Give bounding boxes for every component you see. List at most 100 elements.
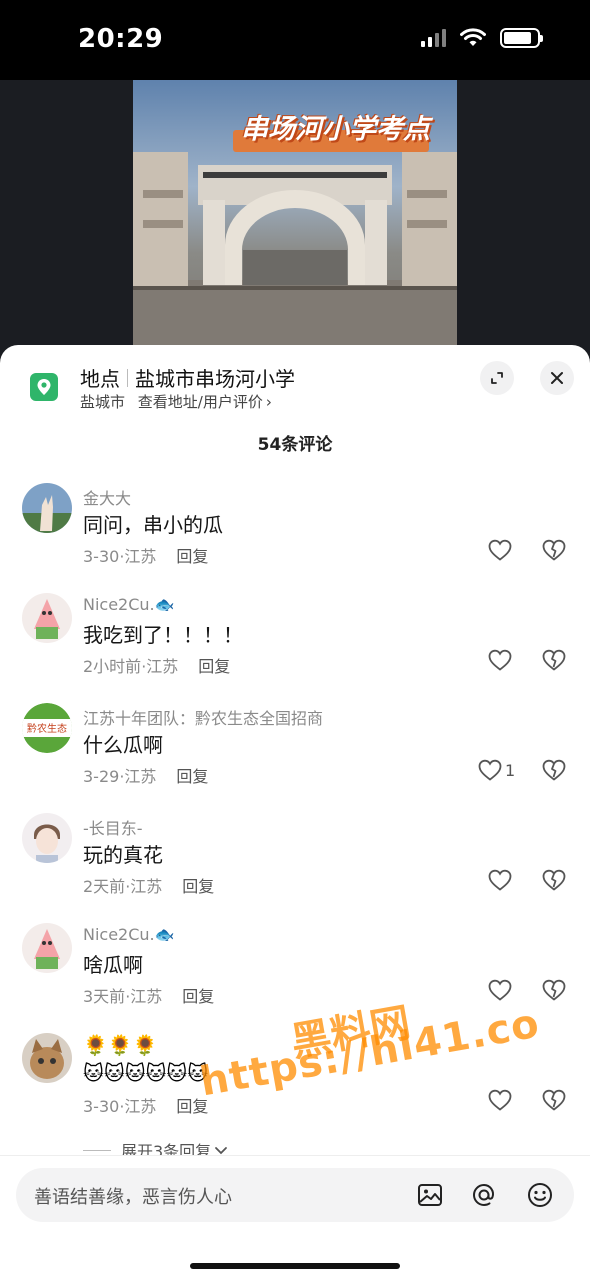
comment-username[interactable]: -长目东- (83, 815, 143, 839)
wifi-icon (460, 28, 486, 46)
status-bar: 20:29 (0, 0, 590, 80)
reply-button[interactable]: 回复 (182, 987, 214, 1006)
broken-heart-icon (542, 649, 566, 671)
heart-icon (488, 649, 512, 671)
heart-icon (488, 539, 512, 561)
comment-item: Nice2Cu.🐟 啥瓜啊 3天前·江苏 回复 (0, 923, 590, 1033)
comment-time: 3-29 (83, 767, 120, 786)
dislike-button[interactable] (541, 978, 567, 1006)
close-button[interactable] (540, 361, 574, 395)
like-button[interactable] (487, 538, 513, 562)
dislike-button[interactable] (541, 868, 567, 896)
comment-input[interactable]: 善语结善缘，恶言伤人心 (16, 1168, 574, 1222)
close-icon (551, 372, 563, 384)
reply-button[interactable]: 回复 (182, 877, 214, 896)
like-button[interactable] (487, 1088, 513, 1112)
home-indicator[interactable] (190, 1263, 400, 1269)
comment-meta: 3-30·江苏 回复 (83, 547, 209, 566)
comment-username[interactable]: 金大大 (83, 485, 131, 509)
location-subtitle[interactable]: 盐城市 查看地址/用户评价 › (80, 391, 272, 412)
comment-item: 黔农生态 江苏十年团队：黔农生态全国招商 什么瓜啊 3-29·江苏 回复 1 (0, 703, 590, 813)
emoji-icon[interactable] (526, 1181, 554, 1209)
heart-icon (488, 869, 512, 891)
comment-time: 3天前 (83, 987, 126, 1006)
comment-region: 江苏 (124, 767, 157, 786)
broken-heart-icon (542, 539, 566, 561)
reply-button[interactable]: 回复 (176, 547, 208, 566)
like-button[interactable] (487, 978, 513, 1002)
expand-icon (491, 372, 503, 384)
location-city: 盐城市 (80, 393, 126, 411)
chevron-right-icon: › (265, 393, 272, 411)
comment-region: 江苏 (124, 547, 157, 566)
svg-text:黔农生态: 黔农生态 (27, 722, 67, 735)
avatar[interactable] (22, 593, 72, 643)
comment-item: Nice2Cu.🐟 我吃到了！！！！ 2小时前·江苏 回复 (0, 593, 590, 703)
comment-text: 什么瓜啊 (83, 733, 163, 757)
comment-region: 江苏 (124, 1097, 157, 1116)
like-button[interactable]: 1 (477, 758, 515, 782)
dislike-button[interactable] (541, 758, 567, 786)
avatar[interactable] (22, 923, 72, 973)
cellular-signal-icon (421, 29, 446, 47)
comment-text: 同问，串小的瓜 (83, 513, 223, 537)
comment-username[interactable]: 江苏十年团队：黔农生态全国招商 (83, 705, 323, 729)
comment-meta: 2天前·江苏 回复 (83, 877, 215, 896)
comment-item: 🌻🌻🌻 🐱🐱🐱🐱🐱🐱 3-30·江苏 回复 (0, 1033, 590, 1143)
at-mention-icon[interactable] (470, 1181, 498, 1209)
like-button[interactable] (487, 648, 513, 672)
comment-meta: 3-29·江苏 回复 (83, 767, 209, 786)
like-count: 1 (505, 760, 516, 780)
broken-heart-icon (542, 759, 566, 781)
heart-icon (488, 1089, 512, 1111)
broken-heart-icon (542, 979, 566, 1001)
comment-meta: 3-30·江苏 回复 (83, 1097, 209, 1116)
status-time: 20:29 (78, 24, 164, 54)
avatar[interactable]: 黔农生态 (22, 703, 72, 753)
comment-text: 啥瓜啊 (83, 953, 143, 977)
reply-button[interactable]: 回复 (198, 657, 230, 676)
comment-emoji-line: 🐱🐱🐱🐱🐱🐱 (83, 1061, 209, 1085)
comment-region: 江苏 (146, 657, 179, 676)
battery-icon (500, 28, 543, 48)
dislike-button[interactable] (541, 648, 567, 676)
image-icon[interactable] (416, 1181, 444, 1209)
comment-text: 玩的真花 (83, 843, 163, 867)
comment-text: 我吃到了！！！！ (83, 623, 243, 647)
avatar[interactable] (22, 1033, 72, 1083)
comment-time: 2小时前 (83, 657, 142, 676)
location-title[interactable]: 地点 盐城市串场河小学 (80, 363, 295, 392)
comment-region: 江苏 (130, 987, 163, 1006)
broken-heart-icon (542, 869, 566, 891)
comment-username[interactable]: Nice2Cu.🐟 (83, 595, 175, 614)
comment-region: 江苏 (130, 877, 163, 896)
dislike-button[interactable] (541, 1088, 567, 1116)
view-address-link[interactable]: 查看地址/用户评价 (138, 393, 263, 411)
divider (127, 368, 128, 387)
reply-button[interactable]: 回复 (176, 1097, 208, 1116)
avatar[interactable] (22, 483, 72, 533)
video-player[interactable]: 串场河小学考点 (0, 80, 590, 360)
comment-input-placeholder: 善语结善缘，恶言伤人心 (34, 1187, 232, 1208)
video-thumbnail[interactable]: 串场河小学考点 (133, 80, 457, 360)
comment-count: 54条评论 (257, 435, 333, 455)
divider (83, 1149, 111, 1151)
broken-heart-icon (542, 1089, 566, 1111)
comment-item: 金大大 同问，串小的瓜 3-30·江苏 回复 (0, 483, 590, 593)
video-caption: 串场河小学考点 (241, 114, 430, 145)
heart-icon (478, 759, 502, 781)
comment-meta: 2小时前·江苏 回复 (83, 657, 231, 676)
dislike-button[interactable] (541, 538, 567, 566)
heart-icon (488, 979, 512, 1001)
map-pin-icon (30, 373, 58, 401)
avatar[interactable] (22, 813, 72, 863)
comment-time: 2天前 (83, 877, 126, 896)
reply-button[interactable]: 回复 (176, 767, 208, 786)
comment-username[interactable]: Nice2Cu.🐟 (83, 925, 175, 944)
status-icons (421, 28, 543, 48)
comment-time: 3-30 (83, 547, 120, 566)
like-button[interactable] (487, 868, 513, 892)
comment-sheet: 地点 盐城市串场河小学 盐城市 查看地址/用户评价 › 54条评论 金大大 同问，… (0, 345, 590, 1280)
expand-button[interactable] (480, 361, 514, 395)
comment-emoji-line: 🌻🌻🌻 (83, 1033, 158, 1057)
